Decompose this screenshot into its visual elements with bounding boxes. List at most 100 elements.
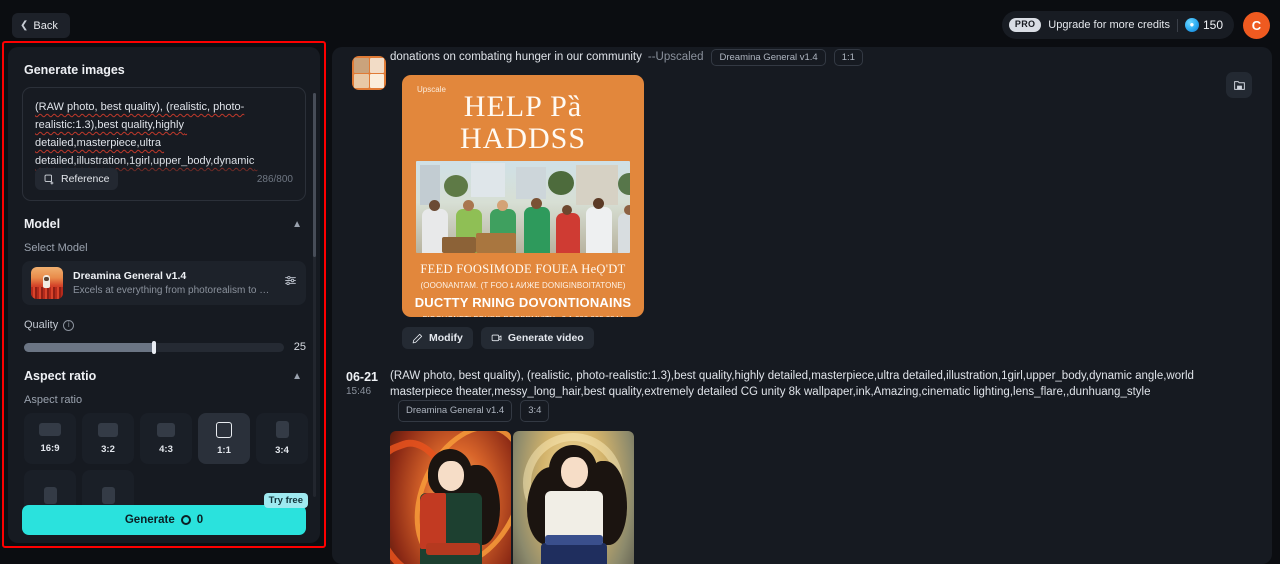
poster-thumbnail[interactable] — [352, 56, 386, 90]
entry-datetime: 06-21 15:46 — [346, 369, 386, 399]
aspect-ratio-label: 3:4 — [275, 445, 289, 456]
entry2-tag-model: Dreamina General v1.4 — [398, 400, 513, 422]
aspect-ratio-section-title: Aspect ratio — [24, 369, 97, 383]
aspect-ratio-section-header[interactable]: Aspect ratio ▲ — [24, 369, 306, 383]
aspect-ratio-label: 1:1 — [217, 444, 231, 456]
panel-title: Generate images — [24, 63, 125, 77]
aspect-ratio-option-3-4[interactable]: 3:4 — [256, 413, 308, 464]
entry2-tags: Dreamina General v1.4 3:4 — [390, 400, 550, 422]
poster-title: HELP Pȁ HADDSS — [459, 90, 587, 155]
credit-amount: 150 — [1202, 18, 1223, 32]
quality-slider[interactable] — [24, 340, 284, 354]
ratio-shape-icon — [43, 487, 57, 504]
try-free-badge: Try free — [263, 493, 308, 508]
aspect-ratio-option-4-3[interactable]: 4:3 — [140, 413, 192, 464]
poster-line-1: FEED FOOSIMODE FOUEA HeǪ'DT — [420, 262, 626, 276]
aspect-ratio-option-16-9[interactable]: 16:9 — [24, 413, 76, 464]
top-right-group: PRO Upgrade for more credits ● 150 C — [1001, 11, 1270, 39]
model-thumbnail — [31, 267, 63, 299]
upgrade-credits-pill[interactable]: PRO Upgrade for more credits ● 150 — [1001, 11, 1234, 39]
prompt-input-box[interactable]: (RAW photo, best quality), (realistic, p… — [22, 87, 306, 201]
generate-area: Try free Generate 0 — [22, 493, 308, 535]
pencil-icon — [412, 333, 423, 343]
credit-coin-icon: ● — [1184, 18, 1199, 32]
ratio-shape-icon — [157, 422, 175, 437]
entry2-images — [390, 431, 1254, 564]
ratio-shape-icon — [216, 421, 232, 438]
poster-line-2: (OOONANTAM. (T FOO ȶ AИЖЕ DONIGINBOITATO… — [420, 281, 626, 290]
chevron-up-icon[interactable]: ▲ — [292, 219, 302, 230]
history-feed[interactable]: donations on combating hunger in our com… — [332, 47, 1272, 564]
poster-line-4: FIOOHONET! FOUDD PCOBRMVITY . 2.1 222 20… — [414, 314, 632, 317]
entry-time: 15:46 — [346, 386, 372, 397]
quality-slider-fill — [24, 342, 154, 352]
entry-date: 06-21 — [346, 370, 378, 384]
entry2-tag-ratio: 3:4 — [520, 400, 550, 422]
model-section-header[interactable]: Model ▲ — [24, 217, 306, 231]
model-section-title: Model — [24, 217, 61, 231]
chevron-up-icon[interactable]: ▲ — [292, 371, 302, 382]
model-name: Dreamina General v1.4 — [73, 269, 187, 282]
modify-button[interactable]: Modify — [402, 327, 473, 349]
back-button[interactable]: ❮ Back — [12, 13, 70, 38]
generate-video-button[interactable]: Generate video — [480, 327, 594, 349]
chevron-left-icon: ❮ — [20, 19, 29, 31]
poster-photo — [416, 161, 630, 253]
top-bar: ❮ Back PRO Upgrade for more credits ● 15… — [0, 0, 1280, 46]
model-card[interactable]: Dreamina General v1.4 Excels at everythi… — [22, 261, 306, 305]
poster-image-wrap: Upscale HELP Pȁ HADDSS FEED FOOSIMODE FO… — [402, 75, 1272, 317]
entry-upscaled-note: --Upscaled — [647, 51, 704, 63]
poster-upscale-badge: Upscale — [417, 85, 446, 94]
aspect-ratio-option-1-1[interactable]: 1:1 — [198, 413, 250, 464]
generated-image-1[interactable] — [390, 431, 511, 564]
entry-header: donations on combating hunger in our com… — [332, 47, 1272, 67]
generate-button[interactable]: Generate 0 — [22, 505, 306, 535]
panel-body: (RAW photo, best quality), (realistic, p… — [8, 87, 320, 536]
quality-slider-handle[interactable] — [151, 340, 156, 354]
upgrade-label: Upgrade for more credits — [1048, 19, 1170, 31]
char-counter: 286/800 — [256, 173, 293, 185]
aspect-ratio-label: 4:3 — [159, 443, 173, 455]
generate-images-panel: Generate images (RAW photo, best quality… — [8, 47, 320, 543]
avatar[interactable]: C — [1243, 11, 1270, 39]
prompt-footer: Reference 286/800 — [35, 168, 293, 190]
video-icon — [491, 334, 502, 341]
modify-label: Modify — [429, 332, 463, 344]
entry2-prompt-text: (RAW photo, best quality), (realistic, p… — [390, 370, 1194, 398]
generated-image-2[interactable] — [513, 431, 634, 564]
entry-actions: Modify Generate video — [402, 327, 1272, 349]
quality-value: 25 — [293, 341, 306, 353]
entry-tag-model: Dreamina General v1.4 — [711, 49, 826, 66]
reference-label: Reference — [61, 173, 110, 185]
app-root: ❮ Back PRO Upgrade for more credits ● 15… — [0, 0, 1280, 564]
ratio-shape-icon — [275, 421, 289, 438]
credit-coin-icon — [180, 515, 191, 525]
history-entry-dated: 06-21 15:46 (RAW photo, best quality), (… — [332, 368, 1272, 564]
back-button-label: Back — [33, 19, 58, 32]
image-reference-icon — [44, 174, 54, 185]
model-info: Dreamina General v1.4 Excels at everythi… — [73, 269, 274, 298]
generate-video-label: Generate video — [507, 332, 584, 344]
aspect-ratio-label: 16:9 — [40, 443, 60, 454]
ratio-shape-icon — [98, 422, 118, 437]
quality-label: Quality — [24, 319, 59, 331]
generate-cost: 0 — [196, 514, 204, 526]
select-model-label: Select Model — [24, 242, 88, 254]
poster-line-3: DUCTTY RNING DOVONTIONAINS — [414, 295, 632, 310]
generate-button-label: Generate — [124, 514, 175, 526]
poster-image[interactable]: Upscale HELP Pȁ HADDSS FEED FOOSIMODE FO… — [402, 75, 644, 317]
quality-slider-row: 25 — [24, 340, 306, 354]
aspect-ratio-option-3-2[interactable]: 3:2 — [82, 413, 134, 464]
info-icon[interactable]: i — [63, 319, 75, 331]
pro-badge: PRO — [1008, 18, 1042, 32]
avatar-initial: C — [1251, 17, 1262, 33]
panel-scrollbar-thumb[interactable] — [313, 93, 316, 257]
ratio-shape-icon — [101, 487, 115, 504]
credit-balance[interactable]: ● 150 — [1184, 18, 1223, 32]
entry2-prompt: (RAW photo, best quality), (realistic, p… — [390, 368, 1254, 422]
divider — [1176, 18, 1178, 32]
reference-button[interactable]: Reference — [35, 168, 119, 190]
sliders-icon[interactable] — [284, 274, 297, 292]
model-description: Excels at everything from photorealism t… — [73, 284, 274, 296]
entry-prompt-text: donations on combating hunger in our com… — [390, 51, 642, 63]
